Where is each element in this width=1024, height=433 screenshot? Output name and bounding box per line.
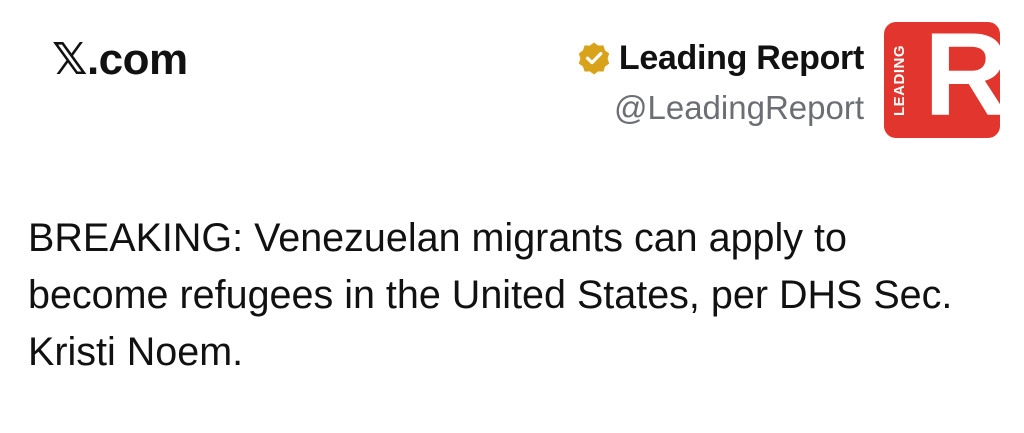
site-label[interactable]: 𝕏.com <box>52 34 188 85</box>
author-name-row: Leading Report <box>577 33 864 83</box>
author-block[interactable]: Leading Report @LeadingReport <box>577 33 864 127</box>
verified-badge-icon <box>577 41 611 75</box>
author-name[interactable]: Leading Report <box>619 39 864 78</box>
avatar[interactable]: LEADING R <box>884 22 1000 138</box>
avatar-word: LEADING <box>891 45 908 116</box>
tweet-text: BREAKING: Venezuelan migrants can apply … <box>28 216 953 374</box>
author-handle[interactable]: @LeadingReport <box>577 89 864 127</box>
avatar-letter: R <box>924 22 1000 138</box>
